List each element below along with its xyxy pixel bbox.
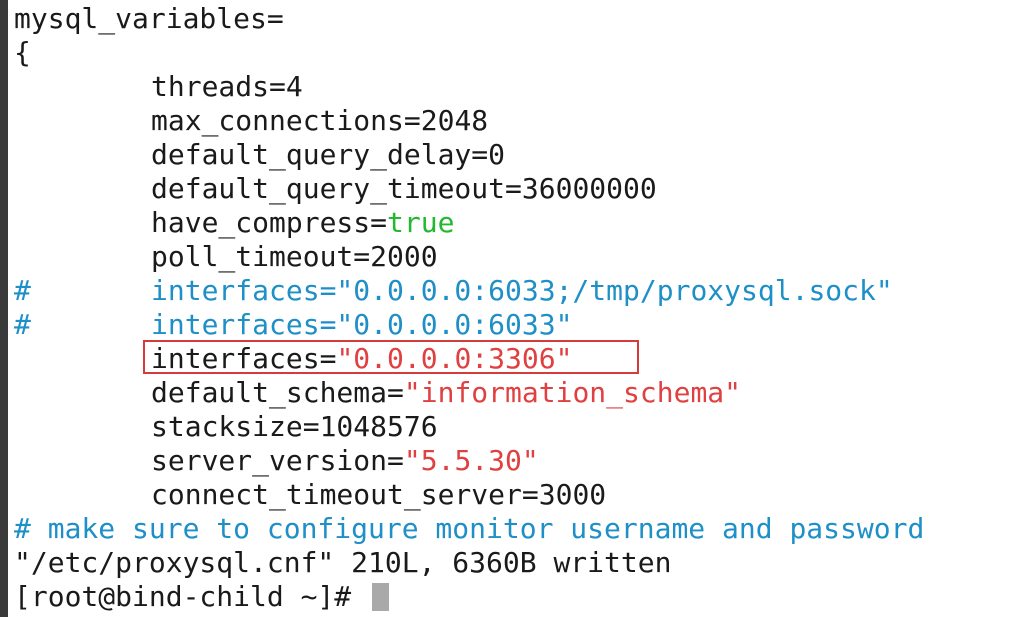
config-line-poll-timeout: poll_timeout=2000: [151, 240, 438, 273]
shell-prompt: [root@bind-child ~]#: [14, 580, 369, 613]
config-line-have-compress: have_compress=true: [151, 206, 455, 239]
file-written-status: "/etc/proxysql.cnf" 210L, 6360B written: [14, 546, 672, 579]
commented-line-interfaces-sock: # interfaces="0.0.0.0:6033;/tmp/proxysql.…: [14, 274, 893, 307]
config-line-threads: threads=4: [151, 70, 303, 103]
config-line-stacksize: stacksize=1048576: [151, 410, 438, 443]
config-section-header: mysql_variables=: [14, 2, 284, 35]
config-line-default-query-delay: default_query_delay=0: [151, 138, 506, 171]
shell-prompt-line[interactable]: [root@bind-child ~]#: [8, 580, 1034, 614]
terminal-window[interactable]: mysql_variables= { threads=4 max_connect…: [8, 0, 1034, 617]
open-brace: {: [14, 36, 31, 69]
commented-line-interfaces-6033: # interfaces="0.0.0.0:6033": [14, 308, 573, 341]
comment-monitor-credentials: # make sure to configure monitor usernam…: [14, 512, 925, 545]
interfaces-highlight-box: [143, 340, 639, 374]
config-line-default-query-timeout: default_query_timeout=36000000: [151, 172, 657, 205]
config-line-default-schema: default_schema="information_schema": [151, 376, 742, 409]
config-line-connect-timeout-server: connect_timeout_server=3000: [151, 478, 607, 511]
config-line-max-connections: max_connections=2048: [151, 104, 489, 137]
text-cursor: [372, 583, 390, 611]
config-line-server-version: server_version="5.5.30": [151, 444, 539, 477]
window-left-border: [0, 0, 8, 617]
